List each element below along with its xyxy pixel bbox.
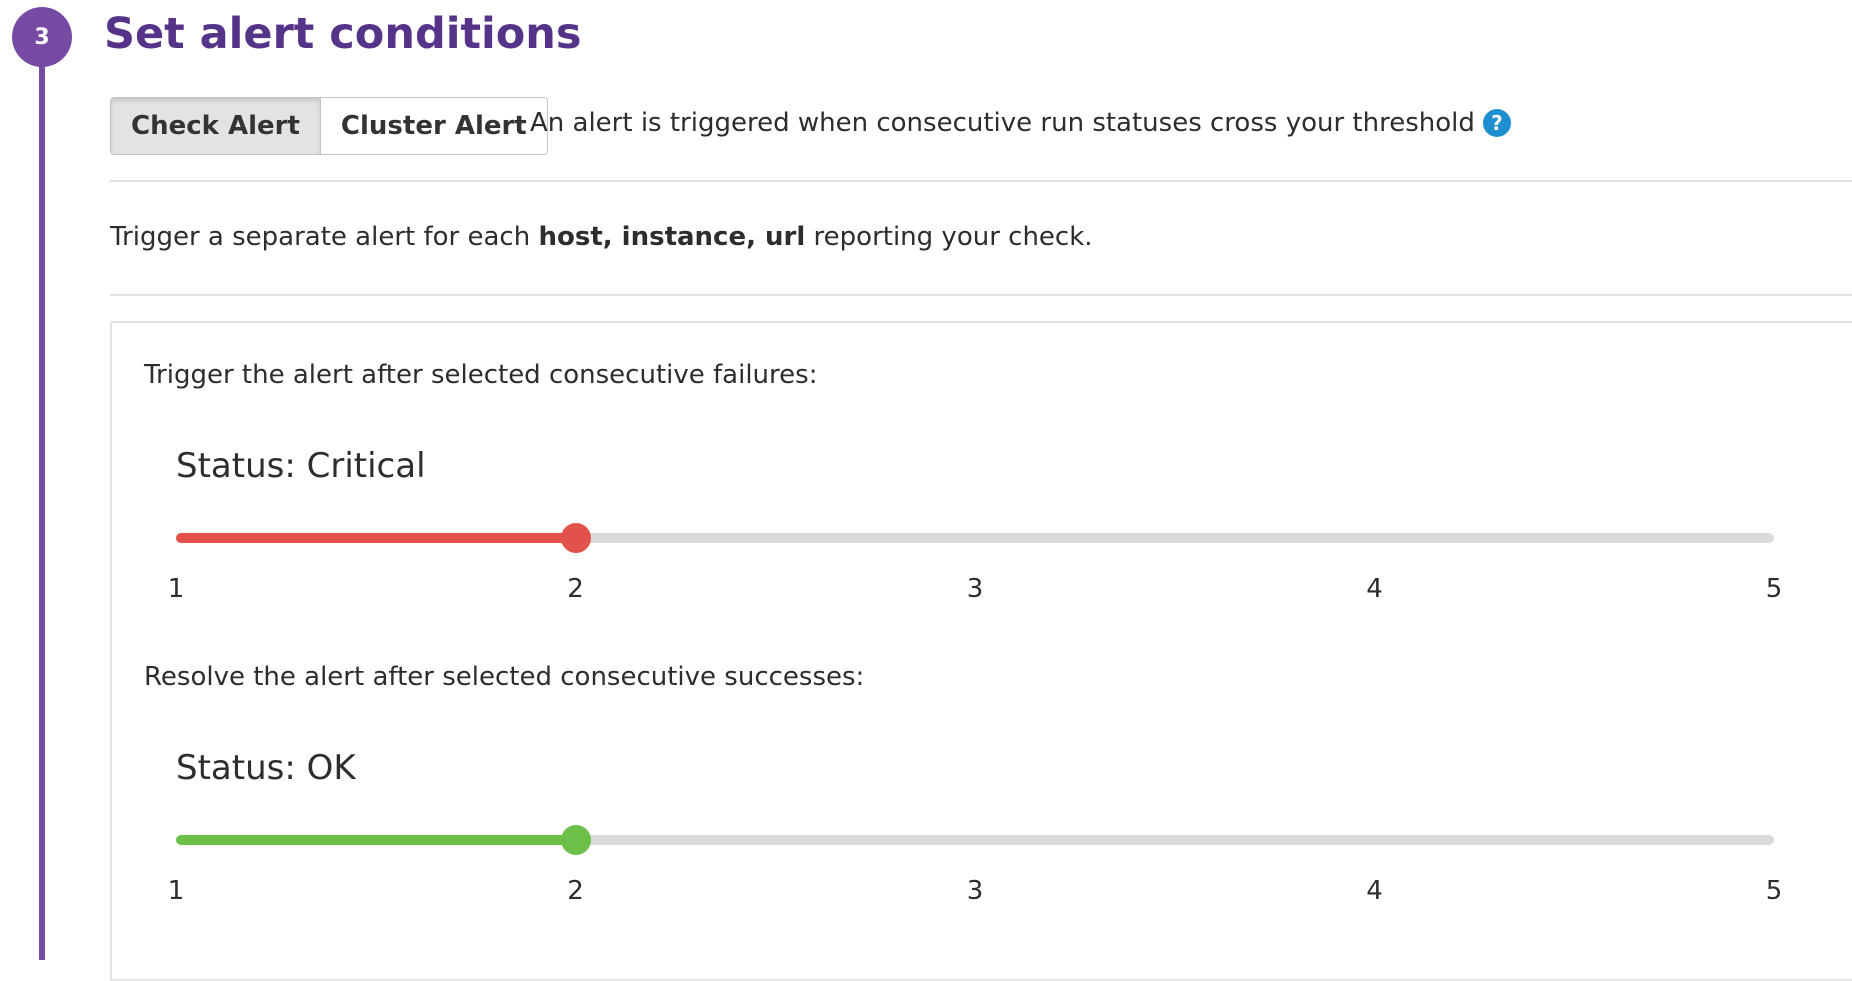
check-alert-button[interactable]: Check Alert — [111, 98, 321, 154]
divider — [110, 294, 1852, 296]
critical-threshold-slider[interactable] — [176, 508, 1774, 568]
critical-status-label: Status: Critical — [176, 446, 426, 486]
cluster-alert-button[interactable]: Cluster Alert — [320, 98, 547, 154]
ok-threshold-slider[interactable] — [176, 810, 1774, 870]
success-threshold-prompt: Resolve the alert after selected consecu… — [144, 662, 865, 692]
slider-tick-label: 4 — [1366, 876, 1383, 906]
question-circle-icon[interactable]: ? — [1482, 109, 1511, 137]
divider — [110, 180, 1852, 182]
separate-alert-suffix: reporting your check. — [813, 222, 1093, 252]
slider-tick-label: 4 — [1366, 574, 1383, 604]
failure-threshold-prompt: Trigger the alert after selected consecu… — [144, 360, 818, 390]
alert-description-text: An alert is triggered when consecutive r… — [530, 108, 1475, 138]
slider-handle[interactable] — [560, 825, 591, 855]
slider-tick-label: 2 — [567, 876, 584, 906]
slider-tick-label: 1 — [167, 876, 185, 906]
slider-tick-label: 1 — [167, 574, 185, 604]
slider-handle[interactable] — [560, 523, 591, 553]
step-number: 3 — [34, 24, 50, 50]
separate-alert-prefix: Trigger a separate alert for each — [110, 222, 531, 252]
slider-fill — [176, 533, 576, 543]
separate-alert-text: Trigger a separate alert for each host, … — [110, 222, 1093, 252]
critical-slider-ticks: 1 2 3 4 5 — [168, 574, 1783, 608]
step-number-badge: 3 — [12, 7, 72, 67]
ok-slider-ticks: 1 2 3 4 5 — [168, 876, 1783, 910]
ok-status-label: Status: OK — [176, 748, 356, 788]
slider-fill — [176, 835, 576, 845]
slider-tick-label: 3 — [966, 876, 984, 906]
slider-tick-label: 5 — [1765, 574, 1783, 604]
slider-tick-label: 3 — [966, 574, 984, 604]
slider-tick-label: 5 — [1765, 876, 1783, 906]
separate-alert-tags: host, instance, url — [538, 222, 806, 252]
slider-tick-label: 2 — [567, 574, 584, 604]
step-rail — [39, 30, 45, 960]
alert-type-description: An alert is triggered when consecutive r… — [530, 108, 1511, 138]
alert-type-toggle: Check Alert Cluster Alert — [110, 97, 548, 155]
section-title: Set alert conditions — [104, 9, 582, 59]
